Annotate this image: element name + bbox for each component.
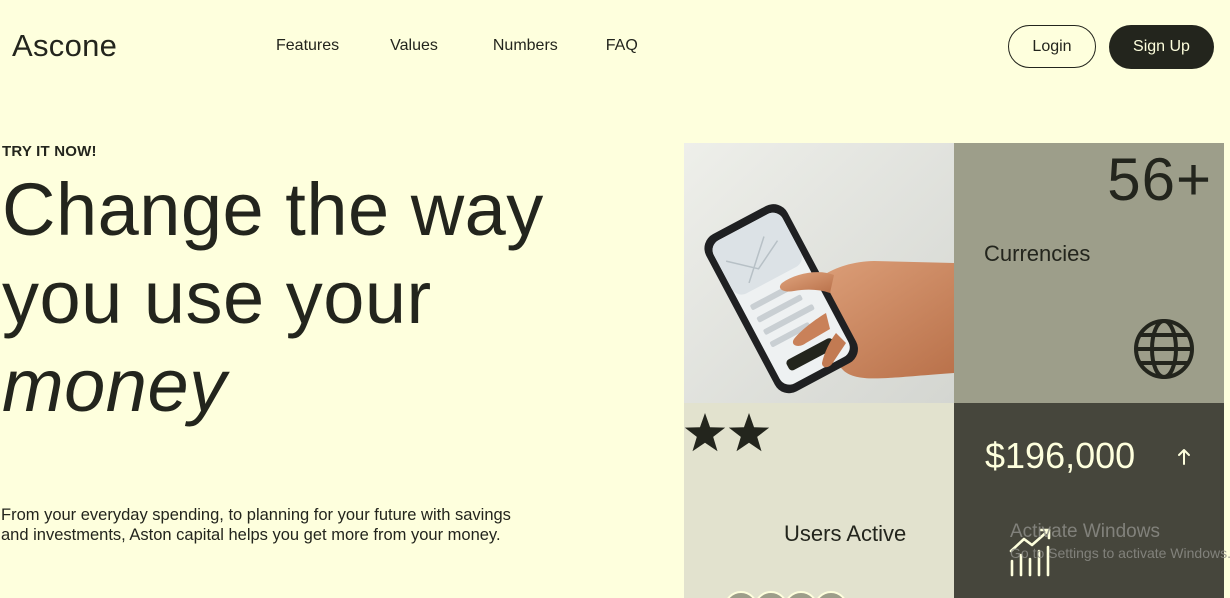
- avatar: [814, 591, 848, 598]
- avatar: [784, 591, 818, 598]
- globe-icon: [1134, 319, 1194, 379]
- star-icon: [684, 413, 726, 452]
- revenue-amount: $196,000: [985, 435, 1136, 476]
- headline-line-1: Change the way: [2, 168, 544, 251]
- currencies-card: 56+ Currencies: [954, 143, 1224, 403]
- currencies-label: Currencies: [984, 241, 1091, 266]
- star-icon: [728, 413, 770, 452]
- currencies-count: 56+: [1107, 146, 1212, 213]
- phone-photo: [684, 143, 954, 403]
- nav-numbers[interactable]: Numbers: [493, 37, 558, 55]
- hand-holding-phone-image: [684, 143, 954, 403]
- nav-faq[interactable]: FAQ: [606, 37, 638, 55]
- brand-logo[interactable]: Ascone: [12, 28, 117, 64]
- avatar: [754, 591, 788, 598]
- rating-stars: [684, 413, 772, 453]
- login-button[interactable]: Login: [1008, 25, 1096, 68]
- user-avatars: [724, 591, 848, 598]
- arrow-up-icon: [1178, 449, 1190, 465]
- headline-emphasis: money: [2, 344, 227, 427]
- revenue-card: $196,000: [954, 403, 1224, 598]
- nav-values[interactable]: Values: [390, 37, 438, 55]
- users-active-label: Users Active: [784, 521, 907, 546]
- signup-button[interactable]: Sign Up: [1109, 25, 1214, 69]
- hero-description: From your everyday spending, to planning…: [1, 506, 511, 544]
- main-nav: Features Values Numbers FAQ: [276, 37, 638, 55]
- hero-headline: Change the way you use your money: [2, 166, 544, 430]
- growth-chart-icon: [1009, 528, 1051, 577]
- users-card: Users Active: [684, 403, 954, 598]
- avatar: [724, 591, 758, 598]
- headline-line-2: you use your: [2, 256, 432, 339]
- nav-features[interactable]: Features: [276, 37, 339, 55]
- hero-eyebrow: TRY IT NOW!: [2, 143, 97, 160]
